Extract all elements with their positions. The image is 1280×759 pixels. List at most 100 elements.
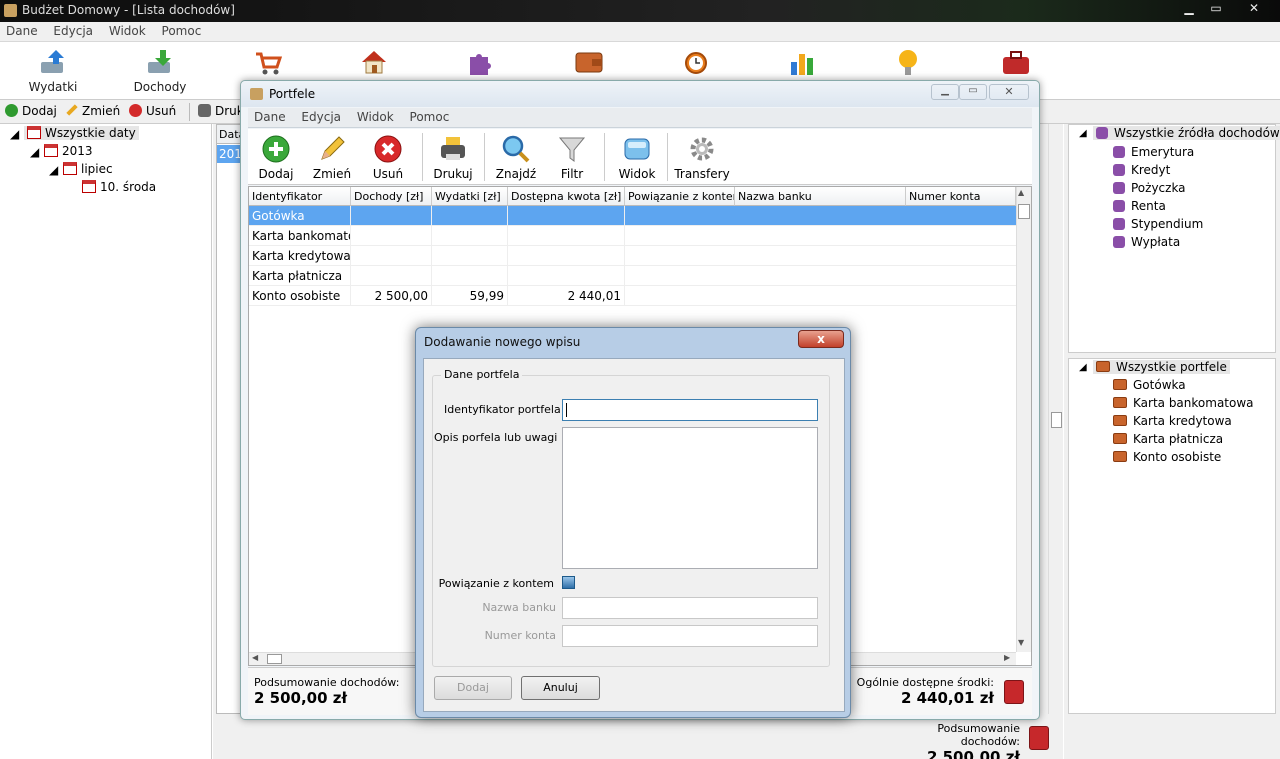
table-row[interactable]: Karta płatnicza — [249, 266, 1016, 286]
dialog-cancel-button[interactable]: Anuluj — [521, 676, 600, 700]
menu-edycja[interactable]: Edycja — [47, 22, 99, 40]
wallets-income-summary: Podsumowanie dochodów: 2 500,00 zł — [254, 676, 399, 707]
list-add-button[interactable]: Dodaj — [5, 104, 57, 118]
minimize-button[interactable]: ▁ — [1176, 0, 1202, 18]
wallets-delete-button[interactable]: Usuń — [360, 134, 416, 181]
wallets-window-title: Portfele — [269, 87, 316, 101]
tree-node-year[interactable]: 2013 — [44, 144, 93, 158]
description-textarea[interactable] — [562, 427, 818, 569]
lightbulb-icon[interactable] — [896, 48, 920, 78]
tree-node-source[interactable]: Kredyt — [1113, 163, 1170, 177]
tree-node-wallet[interactable]: Konto osobiste — [1113, 450, 1221, 464]
wallet-icon[interactable] — [574, 50, 604, 74]
alarm-clock-icon[interactable] — [682, 48, 710, 76]
column-header-identifier[interactable]: Identyfikator — [249, 187, 351, 206]
tree-node-all-sources[interactable]: Wszystkie źródła dochodów — [1093, 126, 1280, 140]
wallets-close-button[interactable]: ✕ — [989, 84, 1029, 100]
tree-expander[interactable]: ◢ — [30, 145, 39, 159]
close-window-button[interactable]: ✕ — [1232, 0, 1276, 18]
tree-node-wallet[interactable]: Karta bankomatowa — [1113, 396, 1254, 410]
table-row[interactable]: Karta kredytowa — [249, 246, 1016, 266]
scroll-right-arrow[interactable]: ▶ — [1004, 653, 1010, 662]
tree-node-month[interactable]: lipiec — [63, 162, 113, 176]
wallets-find-button[interactable]: Znajdź — [488, 134, 544, 181]
tree-node-source[interactable]: Renta — [1113, 199, 1166, 213]
tree-node-wallet[interactable]: Karta płatnicza — [1113, 432, 1223, 446]
wallets-edit-label: Zmień — [312, 167, 352, 181]
tree-node-source[interactable]: Pożyczka — [1113, 181, 1186, 195]
scrollbar-thumb[interactable] — [1051, 412, 1062, 428]
column-header-account-number[interactable]: Numer konta — [906, 187, 1016, 206]
table-row[interactable]: Konto osobiste 2 500,00 59,99 2 440,01 — [249, 286, 1016, 306]
menu-widok[interactable]: Widok — [103, 22, 152, 40]
column-header-expenses[interactable]: Wydatki [zł] — [432, 187, 508, 206]
scroll-down-arrow[interactable]: ▼ — [1018, 638, 1024, 647]
calculator-icon[interactable] — [1004, 680, 1024, 704]
cell-income — [351, 226, 432, 246]
column-header-account-link[interactable]: Powiązanie z kontem — [625, 187, 735, 206]
tree-expander[interactable]: ◢ — [10, 127, 19, 141]
wallets-add-button[interactable]: Dodaj — [248, 134, 304, 181]
puzzle-icon — [1096, 127, 1108, 139]
wallets-filter-button[interactable]: Filtr — [544, 134, 600, 181]
wallets-menu-dane[interactable]: Dane — [248, 108, 292, 126]
bar-chart-icon[interactable] — [788, 50, 816, 76]
wallets-menu-widok[interactable]: Widok — [351, 108, 400, 126]
table-row[interactable]: Gotówka — [249, 206, 1016, 226]
wallets-menu-edycja[interactable]: Edycja — [295, 108, 347, 126]
wallet-icon — [1113, 433, 1127, 444]
tree-node-all-wallets[interactable]: Wszystkie portfele — [1093, 360, 1230, 374]
column-header-income[interactable]: Dochody [zł] — [351, 187, 432, 206]
ribbon-income-button[interactable]: Dochody — [125, 48, 195, 94]
bank-name-input[interactable] — [562, 597, 818, 619]
menu-pomoc[interactable]: Pomoc — [156, 22, 208, 40]
dialog-close-button[interactable]: x — [798, 330, 844, 348]
wallets-minimize-button[interactable]: ▁ — [931, 84, 959, 100]
wallets-transfers-button[interactable]: Transfery — [672, 134, 732, 181]
list-edit-button[interactable]: Zmień — [66, 104, 120, 118]
tree-node-wallet[interactable]: Karta kredytowa — [1113, 414, 1232, 428]
column-header-available[interactable]: Dostępna kwota [zł] — [508, 187, 625, 206]
account-link-checkbox[interactable] — [562, 576, 575, 589]
briefcase-icon[interactable] — [1001, 50, 1031, 76]
cart-icon[interactable] — [254, 50, 282, 76]
column-header-bank-name[interactable]: Nazwa banku — [735, 187, 906, 206]
puzzle-icon — [1113, 146, 1125, 158]
scrollbar-thumb[interactable] — [1018, 204, 1030, 219]
tree-node-source[interactable]: Stypendium — [1113, 217, 1203, 231]
cell-available — [508, 266, 625, 286]
tree-node-source[interactable]: Wypłata — [1113, 235, 1180, 249]
list-delete-button[interactable]: Usuń — [129, 104, 176, 118]
maximize-button[interactable]: ▭ — [1203, 0, 1229, 18]
scrollbar-thumb[interactable] — [267, 654, 282, 664]
wallets-maximize-button[interactable]: ▭ — [959, 84, 987, 100]
wallets-edit-button[interactable]: Zmień — [304, 134, 360, 181]
account-number-input[interactable] — [562, 625, 818, 647]
scroll-up-arrow[interactable]: ▲ — [1018, 188, 1024, 197]
income-grid-scrollbar[interactable] — [1048, 124, 1063, 714]
tree-node-wallet[interactable]: Gotówka — [1113, 378, 1186, 392]
puzzle-icon[interactable] — [466, 49, 494, 77]
table-row[interactable]: Karta bankomatowa — [249, 226, 1016, 246]
wallets-view-button[interactable]: Widok — [609, 134, 665, 181]
tree-expander[interactable]: ◢ — [1079, 128, 1087, 139]
tree-expander[interactable]: ◢ — [49, 163, 58, 177]
tree-node-source[interactable]: Emerytura — [1113, 145, 1194, 159]
wallets-window-title-bar[interactable]: Portfele ▁ ▭ ✕ — [241, 81, 1039, 107]
scroll-left-arrow[interactable]: ◀ — [252, 653, 258, 662]
calculator-icon[interactable] — [1029, 726, 1049, 750]
ribbon-expenses-button[interactable]: Wydatki — [18, 48, 88, 94]
wallets-grid-vscroll[interactable]: ▲ ▼ — [1016, 187, 1031, 652]
identifier-input[interactable] — [562, 399, 818, 421]
wallets-print-button[interactable]: Drukuj — [425, 134, 481, 181]
list-print-button[interactable]: Druk — [198, 104, 244, 118]
house-icon[interactable] — [360, 48, 388, 76]
tree-node-label: Stypendium — [1131, 217, 1204, 231]
tree-node-day[interactable]: 10. środa — [82, 180, 156, 194]
delete-icon — [374, 135, 402, 163]
wallets-menu-pomoc[interactable]: Pomoc — [404, 108, 456, 126]
tree-node-all-dates[interactable]: Wszystkie daty — [24, 126, 139, 140]
menu-dane[interactable]: Dane — [0, 22, 44, 40]
tree-expander[interactable]: ◢ — [1079, 362, 1087, 373]
dialog-add-button[interactable]: Dodaj — [434, 676, 512, 700]
